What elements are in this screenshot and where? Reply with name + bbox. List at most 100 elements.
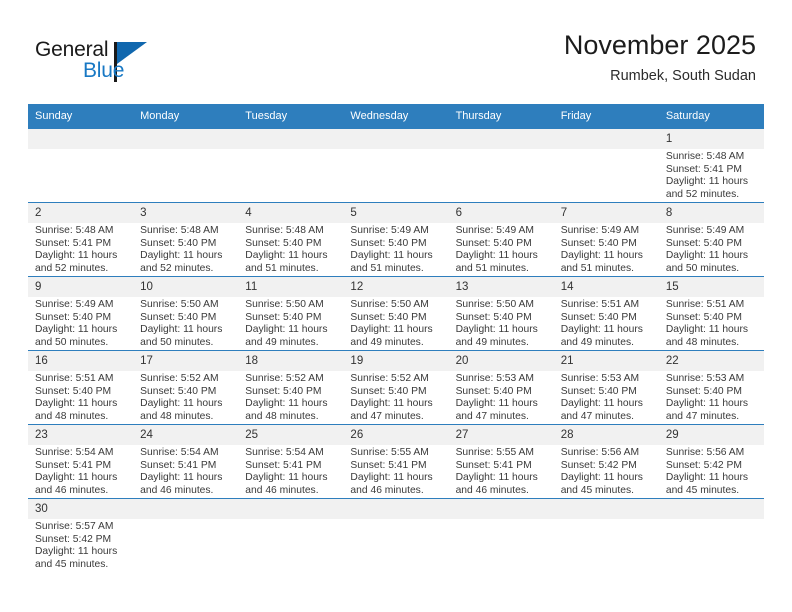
sunset-text: Sunset: 5:40 PM [560,385,637,397]
sunset-text: Sunset: 5:40 PM [140,311,217,323]
sunset-text: Sunset: 5:40 PM [665,311,742,323]
sunrise-text: Sunrise: 5:48 AM [665,151,745,162]
day-details: Sunrise: 5:56 AM Sunset: 5:42 PM Daylight:… [554,445,659,497]
day-cell[interactable]: 1 Sunrise: 5:48 AM Sunset: 5:41 PM Daylight… [658,129,764,203]
day-cell[interactable]: 18 Sunrise: 5:52 AM Sunset: 5:40 PM Dayligh… [238,350,344,425]
day-number: 14 [553,277,659,297]
day-cell[interactable]: 15 Sunrise: 5:51 AM Sunset: 5:40 PM Dayligh… [658,276,764,351]
daylight-text: Daylight: 11 hours and 47 minutes. [665,398,749,422]
sunset-text: Sunset: 5:40 PM [560,311,637,323]
sunset-text: Sunset: 5:41 PM [350,459,427,471]
day-number [133,499,239,519]
day-cell[interactable]: 13 Sunrise: 5:50 AM Sunset: 5:40 PM Dayligh… [448,276,554,351]
sunrise-text: Sunrise: 5:49 AM [350,225,429,236]
day-details: Sunrise: 5:50 AM Sunset: 5:40 PM Daylight:… [343,297,448,349]
title-block: November 2025 Rumbek, South Sudan [564,28,756,86]
day-cell-empty [553,129,659,203]
day-cell-empty [448,498,554,572]
day-number: 11 [238,277,344,297]
day-cell[interactable]: 6 Sunrise: 5:49 AM Sunset: 5:40 PM Daylight… [448,202,554,277]
day-cell-empty [448,129,554,203]
daylight-text: Daylight: 11 hours and 48 minutes. [245,398,328,422]
sunrise-text: Sunrise: 5:54 AM [140,447,219,458]
general-blue-logo[interactable]: General Blue [35,38,175,90]
day-details: Sunrise: 5:51 AM Sunset: 5:40 PM Daylight:… [28,371,133,423]
day-cell[interactable]: 16 Sunrise: 5:51 AM Sunset: 5:40 PM Dayligh… [28,350,134,425]
day-cell[interactable]: 28 Sunrise: 5:56 AM Sunset: 5:42 PM Dayligh… [553,424,659,499]
sunset-text: Sunset: 5:40 PM [350,237,427,249]
sunset-text: Sunset: 5:40 PM [245,385,322,397]
day-cell[interactable]: 17 Sunrise: 5:52 AM Sunset: 5:40 PM Dayligh… [133,350,239,425]
day-cell[interactable]: 24 Sunrise: 5:54 AM Sunset: 5:41 PM Dayligh… [133,424,239,499]
daylight-text: Daylight: 11 hours and 48 minutes. [665,324,749,348]
day-cell[interactable]: 14 Sunrise: 5:51 AM Sunset: 5:40 PM Dayligh… [553,276,659,351]
day-cell[interactable]: 29 Sunrise: 5:56 AM Sunset: 5:42 PM Dayligh… [658,424,764,499]
day-cell[interactable]: 27 Sunrise: 5:55 AM Sunset: 5:41 PM Dayligh… [448,424,554,499]
day-details: Sunrise: 5:53 AM Sunset: 5:40 PM Daylight:… [449,371,554,423]
sunset-text: Sunset: 5:40 PM [560,237,637,249]
day-cell[interactable]: 20 Sunrise: 5:53 AM Sunset: 5:40 PM Dayligh… [448,350,554,425]
day-number: 28 [553,425,659,445]
day-details: Sunrise: 5:48 AM Sunset: 5:40 PM Daylight:… [133,223,238,275]
day-number: 20 [448,351,554,371]
day-cell[interactable]: 3 Sunrise: 5:48 AM Sunset: 5:40 PM Daylight… [133,202,239,277]
day-cell[interactable]: 12 Sunrise: 5:50 AM Sunset: 5:40 PM Dayligh… [343,276,449,351]
daylight-text: Daylight: 11 hours and 51 minutes. [245,250,328,274]
day-cell[interactable]: 7 Sunrise: 5:49 AM Sunset: 5:40 PM Daylight… [553,202,659,277]
sunrise-text: Sunrise: 5:56 AM [665,447,745,458]
sunset-text: Sunset: 5:42 PM [35,533,112,545]
day-cell-empty [343,498,449,572]
day-number [238,499,344,519]
day-number: 1 [658,129,764,149]
sunset-text: Sunset: 5:41 PM [455,459,532,471]
day-details: Sunrise: 5:51 AM Sunset: 5:40 PM Daylight:… [554,297,659,349]
day-cell[interactable]: 26 Sunrise: 5:55 AM Sunset: 5:41 PM Dayligh… [343,424,449,499]
weekday-header-wednesday: Wednesday [343,104,449,129]
day-number: 15 [658,277,764,297]
day-cell-empty [658,498,764,572]
day-cell[interactable]: 8 Sunrise: 5:49 AM Sunset: 5:40 PM Daylight… [658,202,764,277]
weekday-header-saturday: Saturday [658,104,764,129]
day-details: Sunrise: 5:55 AM Sunset: 5:41 PM Daylight:… [343,445,448,497]
calendar-header-row: Sunday Monday Tuesday Wednesday Thursday… [28,104,764,129]
day-details: Sunrise: 5:48 AM Sunset: 5:41 PM Daylight:… [659,149,764,201]
day-cell[interactable]: 4 Sunrise: 5:48 AM Sunset: 5:40 PM Daylight… [238,202,344,277]
day-number [343,499,449,519]
day-details: Sunrise: 5:54 AM Sunset: 5:41 PM Daylight:… [28,445,133,497]
day-number: 16 [28,351,134,371]
day-cell-empty [133,129,239,203]
daylight-text: Daylight: 11 hours and 45 minutes. [560,472,643,496]
daylight-text: Daylight: 11 hours and 46 minutes. [35,472,118,496]
sunset-text: Sunset: 5:40 PM [350,385,427,397]
day-number: 2 [28,203,134,223]
day-number: 8 [658,203,764,223]
daylight-text: Daylight: 11 hours and 52 minutes. [665,176,749,200]
page-header: General Blue November 2025 Rumbek, South… [0,0,792,100]
day-details: Sunrise: 5:57 AM Sunset: 5:42 PM Daylight:… [28,519,133,571]
sunrise-text: Sunrise: 5:53 AM [665,373,745,384]
daylight-text: Daylight: 11 hours and 48 minutes. [140,398,223,422]
day-number [553,499,659,519]
day-cell[interactable]: 21 Sunrise: 5:53 AM Sunset: 5:40 PM Dayligh… [553,350,659,425]
day-number: 26 [343,425,449,445]
day-number [238,129,344,149]
day-cell[interactable]: 23 Sunrise: 5:54 AM Sunset: 5:41 PM Dayligh… [28,424,134,499]
day-number: 29 [658,425,764,445]
day-cell[interactable]: 11 Sunrise: 5:50 AM Sunset: 5:40 PM Dayligh… [238,276,344,351]
sunrise-text: Sunrise: 5:57 AM [35,521,114,532]
day-cell[interactable]: 19 Sunrise: 5:52 AM Sunset: 5:40 PM Dayligh… [343,350,449,425]
day-cell[interactable]: 25 Sunrise: 5:54 AM Sunset: 5:41 PM Dayligh… [238,424,344,499]
day-cell[interactable]: 30 Sunrise: 5:57 AM Sunset: 5:42 PM Dayligh… [28,498,134,572]
day-cell[interactable]: 5 Sunrise: 5:49 AM Sunset: 5:40 PM Daylight… [343,202,449,277]
day-cell[interactable]: 22 Sunrise: 5:53 AM Sunset: 5:40 PM Dayligh… [658,350,764,425]
day-cell-empty [553,498,659,572]
daylight-text: Daylight: 11 hours and 46 minutes. [140,472,223,496]
sunrise-text: Sunrise: 5:55 AM [455,447,534,458]
day-number: 12 [343,277,449,297]
day-number: 21 [553,351,659,371]
day-cell[interactable]: 2 Sunrise: 5:48 AM Sunset: 5:41 PM Daylight… [28,202,134,277]
sunset-text: Sunset: 5:40 PM [140,385,217,397]
day-cell-empty [28,129,134,203]
day-cell[interactable]: 9 Sunrise: 5:49 AM Sunset: 5:40 PM Daylight… [28,276,134,351]
day-cell[interactable]: 10 Sunrise: 5:50 AM Sunset: 5:40 PM Dayligh… [133,276,239,351]
